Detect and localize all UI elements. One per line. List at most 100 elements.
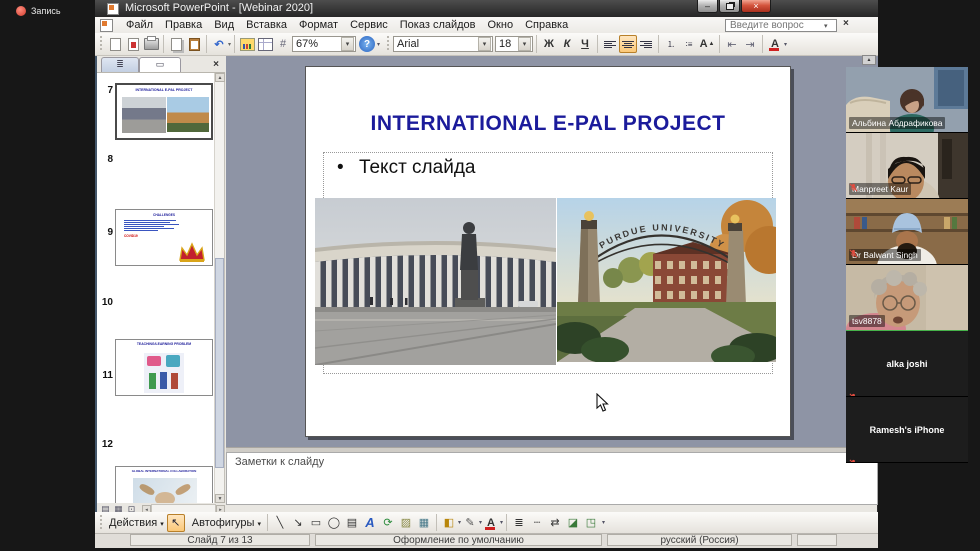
menu-edit[interactable]: Правка (159, 18, 208, 32)
diagram-tool[interactable]: ⟳ (379, 514, 397, 532)
slide-bullet-line[interactable]: • Текст слайда (337, 157, 475, 179)
close-button[interactable]: × (741, 0, 771, 13)
align-right-button[interactable] (637, 35, 655, 53)
print-preview-button[interactable] (124, 35, 142, 53)
line-style-button[interactable]: ≣ (510, 514, 528, 532)
thumbs-scroll-down-icon[interactable]: ▼ (215, 494, 225, 503)
question-dropdown-icon[interactable]: ▾ (824, 22, 828, 30)
drawing-overflow-icon[interactable]: ▾ (602, 519, 605, 526)
font-color-dropdown-icon[interactable]: ▾ (784, 41, 787, 48)
font-color-button[interactable]: A (766, 35, 784, 53)
arrow-style-button[interactable]: ⇄ (546, 514, 564, 532)
new-file-button[interactable] (106, 35, 124, 53)
rectangle-tool[interactable]: ▭ (307, 514, 325, 532)
threed-style-button[interactable]: ◳ (582, 514, 600, 532)
slide-title[interactable]: INTERNATIONAL E-PAL PROJECT (315, 112, 781, 136)
font-name-dropdown-icon[interactable]: ▾ (478, 37, 491, 51)
drawing-toolbar-grip[interactable] (98, 515, 103, 531)
thumbs-scroll-up-icon[interactable]: ▲ (215, 73, 225, 82)
thumbs-scroll-thumb[interactable] (215, 258, 224, 468)
select-objects-button[interactable]: ↖ (167, 514, 185, 532)
menu-insert[interactable]: Вставка (240, 18, 293, 32)
participant-tile-tsv8878[interactable]: tsv8878 (846, 265, 968, 331)
clipart-tool[interactable]: ▨ (397, 514, 415, 532)
undo-dropdown-icon[interactable]: ▾ (228, 41, 231, 48)
italic-button[interactable]: К (558, 35, 576, 53)
increase-indent-button[interactable]: ⇥ (741, 35, 759, 53)
font-name-combobox[interactable]: Arial ▾ (393, 36, 493, 52)
menu-slideshow[interactable]: Показ слайдов (394, 18, 482, 32)
title-bar[interactable]: Microsoft PowerPoint - [Webinar 2020] – … (95, 0, 878, 17)
oval-tool[interactable]: ◯ (325, 514, 343, 532)
font-size-dropdown-icon[interactable]: ▾ (518, 37, 531, 51)
grid-button[interactable]: # (274, 35, 292, 53)
align-center-button[interactable] (619, 35, 637, 53)
formatting-toolbar-grip[interactable] (385, 36, 390, 52)
dash-style-button[interactable]: ┄ (528, 514, 546, 532)
help-button[interactable]: ? (359, 36, 375, 52)
notes-placeholder: Заметки к слайду (227, 453, 877, 468)
autoshapes-menu[interactable]: Автофигуры ▾ (189, 517, 264, 529)
copy-button[interactable] (167, 35, 185, 53)
tab-slides[interactable]: ▭ (139, 57, 181, 72)
font-size-combobox[interactable]: 18 ▾ (495, 36, 533, 52)
fill-color-button[interactable]: ◧ (440, 514, 458, 532)
tab-outline[interactable]: ≣ (101, 57, 139, 72)
thumbnail-slide-9[interactable]: TEACHING/LEARNING PROBLEM (115, 339, 213, 396)
wordart-tool[interactable]: A (361, 514, 379, 532)
thumbnail-slide-8[interactable]: CHALLENGES COVID19 (115, 209, 213, 266)
notes-pane[interactable]: Заметки к слайду (226, 452, 878, 505)
question-close-icon[interactable]: × (843, 18, 849, 29)
menu-tools[interactable]: Сервис (344, 18, 394, 32)
arrow-tool[interactable]: ↘ (289, 514, 307, 532)
zoom-dropdown-icon[interactable]: ▾ (341, 37, 354, 51)
align-left-button[interactable] (601, 35, 619, 53)
status-design-info[interactable]: Оформление по умолчанию (315, 534, 602, 546)
draw-font-color-button[interactable]: A (482, 514, 500, 532)
participant-tile-balwant[interactable]: Dr Balwant Singh (846, 199, 968, 265)
participant-tile-albina[interactable]: Альбина Абдрафикова (846, 67, 968, 133)
line-tool[interactable]: ╲ (271, 514, 289, 532)
participant-tile-manpreet[interactable]: Manpreet Kaur (846, 133, 968, 199)
insert-picture-tool[interactable]: ▦ (415, 514, 433, 532)
thumbnail-slide-7[interactable]: INTERNATIONAL E-PAL PROJECT (115, 83, 213, 140)
actions-menu[interactable]: Действия ▾ (106, 517, 167, 529)
menu-window[interactable]: Окно (482, 18, 520, 32)
chart-button[interactable] (238, 35, 256, 53)
thumbnails-scrollbar[interactable]: ▲ ▼ (214, 73, 224, 503)
status-language[interactable]: русский (Россия) (607, 534, 792, 546)
menu-help[interactable]: Справка (519, 18, 574, 32)
slide-image-kazan-university[interactable] (315, 198, 556, 365)
paste-button[interactable] (185, 35, 203, 53)
status-spare-box (797, 534, 837, 546)
menu-format[interactable]: Формат (293, 18, 344, 32)
restore-button[interactable] (719, 0, 740, 13)
videos-scroll-up-button[interactable]: ▲ (862, 55, 876, 65)
underline-button[interactable]: Ч (576, 35, 594, 53)
toolbar-grip[interactable] (98, 36, 103, 52)
question-box[interactable]: ▾ (725, 19, 837, 32)
undo-button[interactable]: ↶ (210, 35, 228, 53)
toolbar-overflow-icon[interactable]: ▾ (377, 41, 380, 48)
increase-font-button[interactable]: A▲ (698, 35, 716, 53)
zoom-combobox[interactable]: 67% ▾ (292, 36, 356, 52)
textbox-tool[interactable]: ▤ (343, 514, 361, 532)
print-button[interactable] (142, 35, 160, 53)
question-input[interactable] (728, 19, 824, 32)
participant-name-label: Ramesh's iPhone (846, 425, 968, 435)
bulleted-list-button[interactable]: ∶≡ (680, 35, 698, 53)
panel-close-icon[interactable]: × (213, 59, 219, 70)
minimize-button[interactable]: – (697, 0, 718, 13)
participant-tile-alka[interactable]: alka joshi (846, 331, 968, 397)
slide-image-purdue-arch[interactable]: PURDUE UNIVERSITY (557, 198, 776, 362)
table-button[interactable] (256, 35, 274, 53)
participant-tile-ramesh[interactable]: Ramesh's iPhone (846, 397, 968, 463)
bold-button[interactable]: Ж (540, 35, 558, 53)
decrease-indent-button[interactable]: ⇤ (723, 35, 741, 53)
menu-view[interactable]: Вид (208, 18, 240, 32)
numbered-list-button[interactable]: ⒈ (662, 35, 680, 53)
menu-file[interactable]: Файл (120, 18, 159, 32)
shadow-style-button[interactable]: ◪ (564, 514, 582, 532)
line-color-button[interactable]: ✎ (461, 514, 479, 532)
draw-font-color-dropdown-icon[interactable]: ▾ (500, 519, 503, 526)
